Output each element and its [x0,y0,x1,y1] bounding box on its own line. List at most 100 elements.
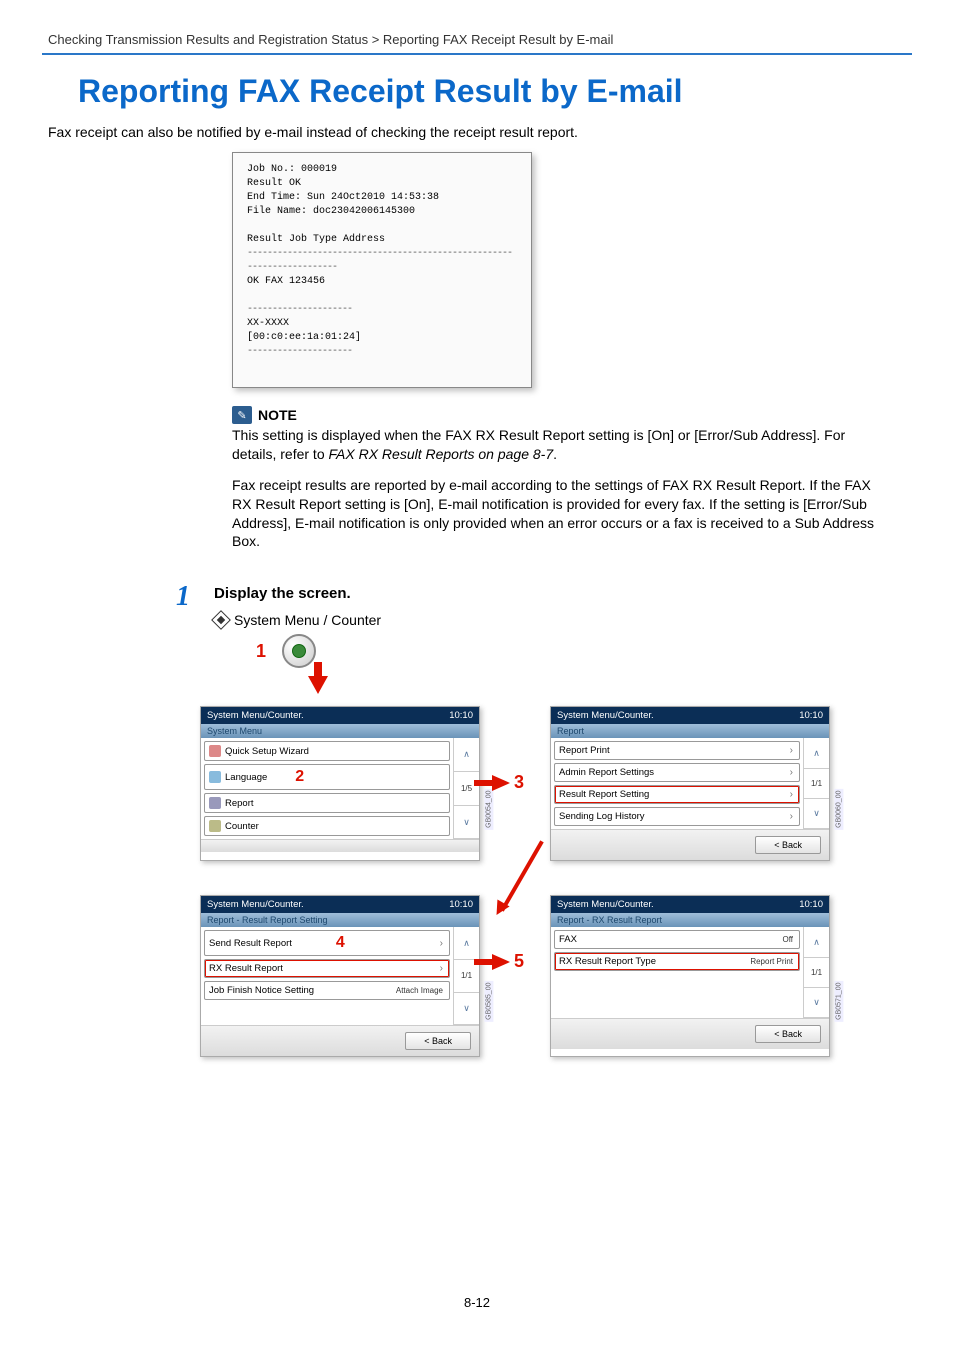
panel-time: 10:10 [799,899,823,910]
panel-subtitle: Report - Result Report Setting [201,913,479,927]
sample-line: Result OK [247,177,517,191]
panel-time: 10:10 [449,899,473,910]
panel-time: 10:10 [449,710,473,721]
sample-footer: [00:c0:ee:1a:01:24] [247,331,517,345]
screenshot-tag: GB0054_00 [484,788,493,829]
back-button[interactable]: < Back [405,1032,471,1050]
menu-item-rx-result-type[interactable]: RX Result Report Type Report Print [554,952,800,971]
note-block: ✎ NOTE This setting is displayed when th… [232,406,874,551]
email-sample-box: Job No.: 000019 Result OK End Time: Sun … [232,152,532,388]
menu-item-label: Language [225,772,267,783]
panel-row-1: System Menu/Counter. 10:10 System Menu Q… [200,706,906,861]
menu-item-label: Report Print [559,745,610,756]
panel-report: System Menu/Counter. 10:10 Report Report… [550,706,830,861]
counter-icon [209,820,221,832]
sequence-marker-3: 3 [514,772,524,793]
menu-item-label: Report [225,798,254,809]
panel-time: 10:10 [799,710,823,721]
sequence-marker-4: 4 [336,934,345,952]
menu-item-value: Attach Image [396,986,445,995]
menu-item-label: Counter [225,821,259,832]
step-1: 1 Display the screen. System Menu / Coun… [200,585,906,1057]
note-link[interactable]: FAX RX Result Reports on page 8-7 [329,446,554,462]
back-button[interactable]: < Back [755,1025,821,1043]
note-text-a: This setting is displayed when the FAX R… [232,426,874,464]
scroll-down-button[interactable]: ∨ [804,799,829,829]
menu-item-report-print[interactable]: Report Print › [554,741,800,760]
arrow-right-icon: 3 [492,772,524,793]
sample-footer: XX-XXXX [247,317,517,331]
menu-item-report[interactable]: Report [204,793,450,813]
menu-item-rx-result[interactable]: RX Result Report › [204,959,450,978]
step-number: 1 [176,581,190,613]
menu-item-value: Report Print [750,957,795,966]
chevron-right-icon: › [440,963,445,974]
button-led-icon [292,644,306,658]
menu-item-label: Quick Setup Wizard [225,746,309,757]
scroll-up-button[interactable]: ∧ [454,927,479,960]
sequence-marker-1: 1 [256,641,266,662]
panel-title: System Menu/Counter. [557,710,654,721]
scroll-down-button[interactable]: ∨ [454,806,479,840]
menu-item-label: RX Result Report Type [559,956,656,967]
menu-item-label: Job Finish Notice Setting [209,985,314,996]
hardware-button[interactable] [282,634,316,668]
sample-line: File Name: doc23042006145300 [247,205,517,219]
page-indicator: 1/5 [454,772,479,806]
note-icon: ✎ [232,406,252,424]
arrow-right-icon: 5 [492,951,524,972]
menu-item-counter[interactable]: Counter [204,816,450,836]
chevron-right-icon: › [790,745,795,756]
menu-item-admin-report[interactable]: Admin Report Settings › [554,763,800,782]
page-indicator: 1/1 [454,960,479,993]
back-button[interactable]: < Back [755,836,821,854]
scroll-down-button[interactable]: ∨ [454,993,479,1026]
menu-item-job-finish[interactable]: Job Finish Notice Setting Attach Image [204,981,450,1000]
sample-divider: ----------------------------------------… [247,247,517,275]
menu-item-label: Sending Log History [559,811,645,822]
panel-subtitle: Report - RX Result Report [551,913,829,927]
step-title: Display the screen. [214,585,906,602]
menu-item-label: Send Result Report [209,938,292,949]
sample-header: Result Job Type Address [247,233,517,247]
scroll-up-button[interactable]: ∧ [804,927,829,957]
scroll-up-button[interactable]: ∧ [454,738,479,772]
menu-item-result-report-setting[interactable]: Result Report Setting› [554,785,800,804]
sequence-marker-5: 5 [514,951,524,972]
menu-item-fax[interactable]: FAXOff [554,930,800,949]
page-indicator: 1/1 [804,958,829,988]
scroll-down-button[interactable]: ∨ [804,988,829,1018]
page-title: Reporting FAX Receipt Result by E-mail [78,73,906,110]
system-menu-label: System Menu / Counter [234,612,381,628]
sample-divider: --------------------- [247,303,517,317]
menu-item-quick-setup[interactable]: Quick Setup Wizard [204,741,450,761]
menu-item-label: FAX [559,934,577,945]
chevron-right-icon: › [790,811,795,822]
panel-system-menu: System Menu/Counter. 10:10 System Menu Q… [200,706,480,861]
panel-rx-result-report: System Menu/Counter. 10:10 Report - RX R… [550,895,830,1057]
panel-title: System Menu/Counter. [557,899,654,910]
sample-row: OK FAX 123456 [247,275,517,289]
note-heading: NOTE [258,407,297,423]
panel-row-2: System Menu/Counter. 10:10 Report - Resu… [200,895,906,1057]
screenshot-tag: GB0060_00 [834,788,843,829]
page-indicator: 1/1 [804,769,829,799]
menu-item-label: RX Result Report [209,963,283,974]
menu-item-sending-log[interactable]: Sending Log History › [554,807,800,826]
menu-item-label: Admin Report Settings [559,767,654,778]
panel-subtitle: System Menu [201,724,479,738]
down-arrow-icon [308,676,328,694]
menu-item-send-result[interactable]: Send Result Report4› [204,930,450,956]
screenshot-tag: GB0585_00 [484,981,493,1022]
menu-item-label: Result Report Setting [559,789,649,800]
header-rule [42,53,912,55]
sample-line: Job No.: 000019 [247,163,517,177]
panel-title: System Menu/Counter. [207,899,304,910]
menu-item-language[interactable]: Language2 [204,764,450,790]
sample-line: End Time: Sun 24Oct2010 14:53:38 [247,191,517,205]
chevron-right-icon: › [790,767,795,778]
diamond-icon [211,610,231,630]
scroll-up-button[interactable]: ∧ [804,738,829,768]
page-number: 8-12 [0,1295,954,1310]
breadcrumb: Checking Transmission Results and Regist… [0,0,954,53]
